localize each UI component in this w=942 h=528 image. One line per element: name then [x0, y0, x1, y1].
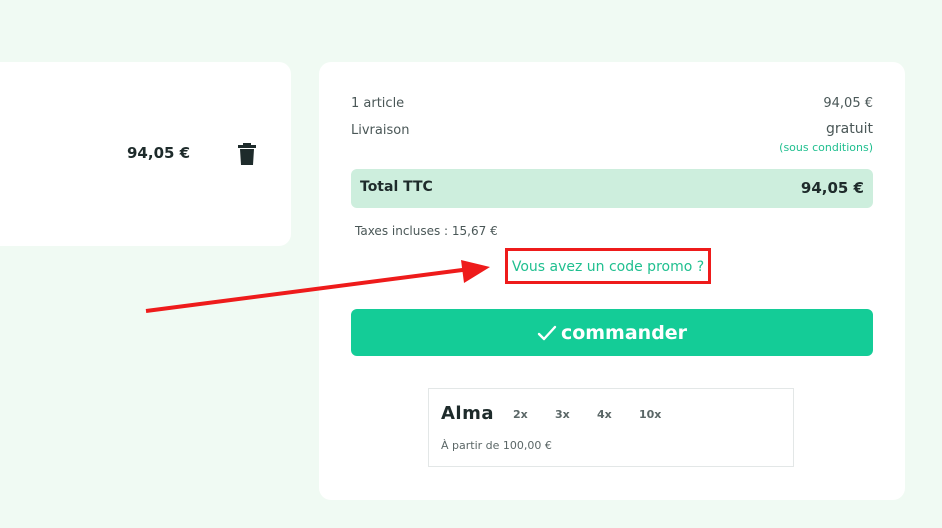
annotation-arrow-line	[145, 267, 471, 313]
annotation-arrow-head	[461, 260, 490, 283]
annotation-arrow	[145, 260, 490, 313]
